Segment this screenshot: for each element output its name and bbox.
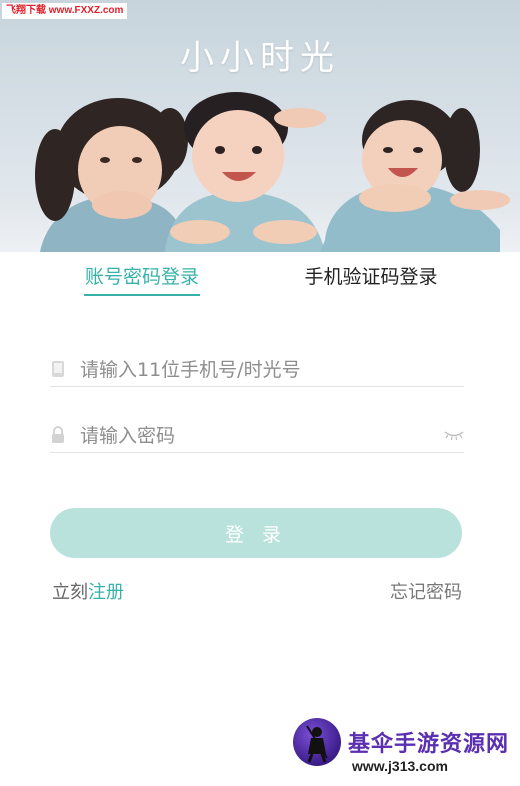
password-input[interactable]	[78, 420, 442, 452]
eye-closed-icon[interactable]	[444, 429, 464, 441]
register-prefix: 立刻	[52, 582, 88, 603]
login-button[interactable]: 登 录	[50, 508, 462, 558]
lock-icon	[52, 426, 64, 443]
watermark-logo	[293, 718, 341, 766]
ninja-icon	[306, 725, 328, 763]
phone-icon	[52, 361, 64, 377]
forgot-password-link[interactable]: 忘记密码	[390, 578, 462, 604]
phone-field	[50, 352, 464, 387]
login-tabs: 账号密码登录 手机验证码登录	[0, 252, 520, 302]
tab-sms-login[interactable]: 手机验证码登录	[301, 262, 441, 289]
tab-password-login[interactable]: 账号密码登录	[84, 262, 200, 289]
active-tab-indicator	[84, 294, 200, 296]
register-row: 立刻注册	[52, 578, 124, 604]
watermark-site-name: 基伞手游资源网	[348, 732, 510, 757]
password-field	[50, 418, 464, 453]
app-title: 小小时光	[180, 38, 340, 78]
phone-input[interactable]	[78, 354, 442, 386]
download-site-watermark: 飞翔下载 www.FXXZ.com	[2, 3, 128, 19]
watermark-url: www.j313.com	[352, 758, 448, 774]
register-link[interactable]: 注册	[88, 582, 124, 603]
hero-banner: 飞翔下载 www.FXXZ.com 小小时光	[0, 0, 520, 252]
